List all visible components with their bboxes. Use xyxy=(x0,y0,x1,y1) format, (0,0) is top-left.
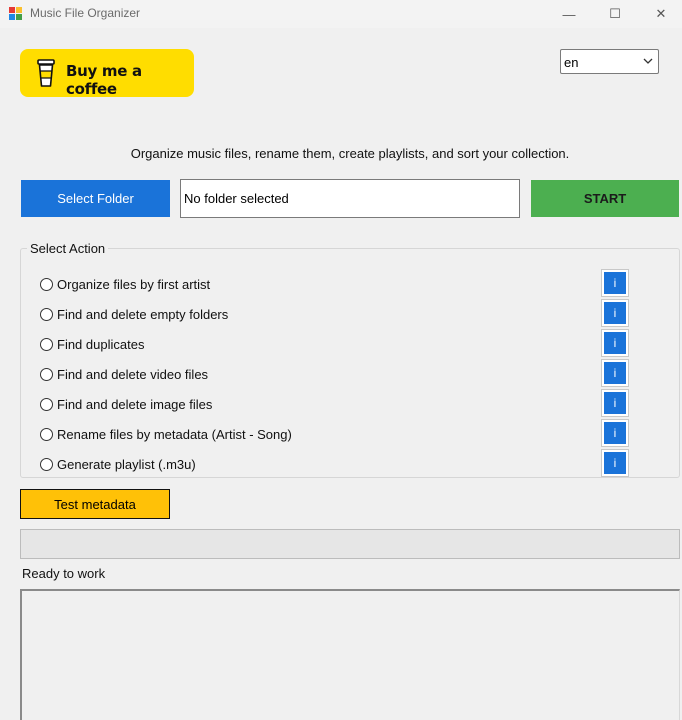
folder-path-field[interactable]: No folder selected xyxy=(180,179,520,218)
progress-bar xyxy=(20,529,680,559)
maximize-button[interactable]: ☐ xyxy=(592,0,638,28)
option-delete-video-files[interactable]: Find and delete video files xyxy=(40,364,208,384)
title-bar: Music File Organizer — ☐ ✕ xyxy=(0,0,682,28)
option-label: Rename files by metadata (Artist - Song) xyxy=(57,426,292,442)
option-label: Generate playlist (.m3u) xyxy=(57,456,196,472)
status-text: Ready to work xyxy=(22,566,106,581)
info-icon[interactable]: i xyxy=(601,329,629,357)
option-find-duplicates[interactable]: Find duplicates xyxy=(40,334,144,354)
radio-button[interactable] xyxy=(40,367,53,381)
start-button[interactable]: START xyxy=(531,180,679,217)
info-icon[interactable]: i xyxy=(601,299,629,327)
radio-button[interactable] xyxy=(40,337,53,351)
radio-button[interactable] xyxy=(40,277,53,291)
coffee-button-label: Buy me a coffee xyxy=(66,62,142,98)
option-label: Find duplicates xyxy=(57,336,145,352)
chevron-down-icon xyxy=(643,58,653,64)
close-button[interactable]: ✕ xyxy=(638,0,682,28)
language-value: en xyxy=(564,55,579,70)
option-label: Organize files by first artist xyxy=(57,276,211,292)
coffee-cup-icon xyxy=(37,59,55,87)
info-icon[interactable]: i xyxy=(601,389,629,417)
app-icon xyxy=(9,7,23,21)
option-organize-by-artist[interactable]: Organize files by first artist xyxy=(40,274,210,294)
test-metadata-button[interactable]: Test metadata xyxy=(20,489,170,519)
option-generate-playlist[interactable]: Generate playlist (.m3u) xyxy=(40,454,196,474)
info-icon[interactable]: i xyxy=(601,269,629,297)
info-icon[interactable]: i xyxy=(601,359,629,387)
buy-me-a-coffee-button[interactable]: Buy me a coffee xyxy=(20,49,194,98)
select-action-title: Select Action xyxy=(27,241,109,256)
window-title: Music File Organizer xyxy=(30,6,141,20)
description-text: Organize music files, rename them, creat… xyxy=(130,146,570,161)
option-label: Find and delete empty folders xyxy=(57,306,229,322)
option-rename-by-metadata[interactable]: Rename files by metadata (Artist - Song) xyxy=(40,424,292,444)
option-delete-empty-folders[interactable]: Find and delete empty folders xyxy=(40,304,228,324)
select-folder-button[interactable]: Select Folder xyxy=(21,180,170,217)
info-icon[interactable]: i xyxy=(601,449,629,477)
minimize-button[interactable]: — xyxy=(546,0,592,28)
radio-button[interactable] xyxy=(40,457,53,471)
radio-button[interactable] xyxy=(40,427,53,441)
option-label: Find and delete image files xyxy=(57,396,213,412)
log-output[interactable] xyxy=(20,589,680,720)
language-select[interactable]: en xyxy=(560,49,659,74)
radio-button[interactable] xyxy=(40,397,53,411)
option-delete-image-files[interactable]: Find and delete image files xyxy=(40,394,212,414)
option-label: Find and delete video files xyxy=(57,366,209,382)
radio-button[interactable] xyxy=(40,307,53,321)
info-icon[interactable]: i xyxy=(601,419,629,447)
